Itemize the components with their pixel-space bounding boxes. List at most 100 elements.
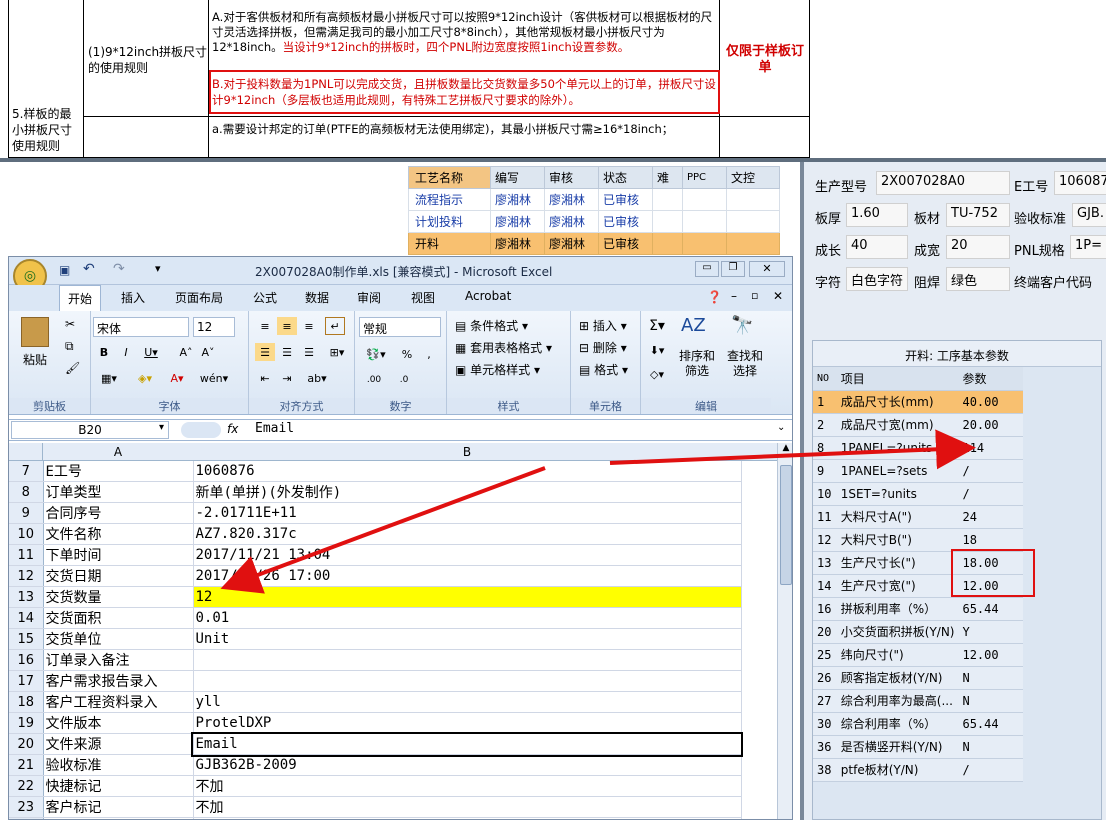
tab-home[interactable]: 开始: [59, 285, 102, 311]
cell-a[interactable]: 合同序号: [43, 502, 194, 524]
accounting-icon[interactable]: 💱▾: [361, 345, 391, 363]
field-value[interactable]: 1.60: [846, 203, 908, 227]
vertical-scrollbar[interactable]: ▲: [777, 443, 792, 819]
cell-a[interactable]: 快捷标记: [43, 775, 194, 797]
align-bottom-icon[interactable]: ≡: [299, 317, 319, 335]
row-header[interactable]: 22: [9, 775, 44, 797]
row-header[interactable]: 9: [9, 502, 44, 524]
italic-icon[interactable]: I: [117, 343, 135, 361]
field-value[interactable]: 2X007028A0: [876, 171, 1010, 195]
cell-b[interactable]: 2017/11/26 17:00: [193, 565, 742, 587]
cell-a[interactable]: 验收标准: [43, 754, 194, 776]
field-value[interactable]: 白色字符: [846, 267, 908, 291]
align-middle-icon[interactable]: ≡: [277, 317, 297, 335]
column-header-b[interactable]: B: [193, 445, 741, 459]
format-painter-icon[interactable]: 🖌: [65, 361, 80, 375]
copy-icon[interactable]: ⧉: [65, 339, 74, 354]
cell-a[interactable]: 交货面积: [43, 607, 194, 629]
cell-a[interactable]: 订单类型: [43, 481, 194, 503]
orientation-icon[interactable]: ab▾: [303, 369, 331, 387]
sort-filter-label[interactable]: 排序和筛选: [675, 349, 719, 379]
param-row[interactable]: 2 成品尺寸宽(mm) 20.00: [813, 413, 1023, 437]
cell-a[interactable]: 交货单位: [43, 628, 194, 650]
row-header[interactable]: 15: [9, 628, 44, 650]
process-header-5[interactable]: PPC: [682, 166, 727, 189]
row-header[interactable]: 14: [9, 607, 44, 629]
format-cells-button[interactable]: ▤ 格式 ▾: [579, 361, 628, 378]
cell-b[interactable]: -2.01711E+11: [193, 502, 742, 524]
paste-label[interactable]: 粘贴: [23, 351, 47, 368]
redo-icon[interactable]: ↷: [113, 261, 125, 277]
undo-icon[interactable]: ↶: [83, 261, 95, 277]
merge-icon[interactable]: ⊞▾: [325, 343, 349, 361]
font-color-icon[interactable]: A▾: [163, 369, 191, 387]
param-row[interactable]: 20 小交货面积拼板(Y/N) Y: [813, 620, 1023, 644]
quick-access-save-icon[interactable]: ▣: [59, 263, 70, 277]
cell-a[interactable]: 客户标记: [43, 796, 194, 818]
param-row[interactable]: 30 综合利用率（%） 65.44: [813, 712, 1023, 736]
name-box-dropdown-icon[interactable]: ▾: [159, 422, 164, 433]
cell-b[interactable]: 2017/11/21 13:04: [193, 544, 742, 566]
customize-qat-icon[interactable]: ▾: [155, 262, 161, 275]
field-value[interactable]: GJB.: [1072, 203, 1106, 227]
bold-icon[interactable]: B: [95, 343, 113, 361]
cell-styles-button[interactable]: ▣ 单元格样式 ▾: [455, 361, 540, 378]
row-header[interactable]: 10: [9, 523, 44, 545]
row-header[interactable]: 13: [9, 586, 44, 608]
cell-b[interactable]: 0.01: [193, 607, 742, 629]
field-value[interactable]: 1P=: [1070, 235, 1106, 259]
param-row[interactable]: 26 顾客指定板材(Y/N) N: [813, 666, 1023, 690]
row-header[interactable]: 12: [9, 565, 44, 587]
cell-b[interactable]: 12: [193, 586, 742, 608]
align-center-icon[interactable]: ☰: [277, 343, 297, 361]
minimize-button[interactable]: ▭: [695, 261, 719, 277]
row-header[interactable]: 23: [9, 796, 44, 818]
help-icon[interactable]: ❓: [707, 290, 722, 304]
phonetic-icon[interactable]: wén▾: [197, 369, 231, 387]
name-box[interactable]: B20: [11, 421, 169, 439]
align-top-icon[interactable]: ≡: [255, 317, 275, 335]
ribbon-minimize-icon[interactable]: –: [731, 289, 737, 303]
row-header[interactable]: 18: [9, 691, 44, 713]
borders-icon[interactable]: ▦▾: [95, 369, 123, 387]
find-select-label[interactable]: 查找和选择: [723, 349, 767, 379]
process-row[interactable]: 流程指示 廖湘林 廖湘林 已审核: [408, 188, 780, 211]
scroll-up-icon[interactable]: ▲: [779, 443, 792, 459]
comma-icon[interactable]: ,: [421, 345, 437, 363]
cell-a[interactable]: 客户需求报告录入: [43, 670, 194, 692]
cell-a[interactable]: 订单录入备注: [43, 649, 194, 671]
decrease-decimal-icon[interactable]: .0: [391, 371, 417, 389]
clear-icon[interactable]: ◇▾: [647, 365, 667, 383]
param-row[interactable]: 36 是否横竖开料(Y/N) N: [813, 735, 1023, 759]
tab-review[interactable]: 审阅: [349, 285, 389, 307]
cell-a[interactable]: 文件版本: [43, 712, 194, 734]
font-size-select[interactable]: 12: [193, 317, 235, 337]
tab-page-layout[interactable]: 页面布局: [167, 285, 231, 307]
cell-b[interactable]: 新单(单拼)(外发制作): [193, 481, 742, 503]
cell-b[interactable]: AZ7.820.317c: [193, 523, 742, 545]
row-header[interactable]: 7: [9, 461, 44, 482]
formula-input[interactable]: Email: [255, 421, 294, 436]
cell-a[interactable]: 文件来源: [43, 733, 194, 755]
param-row[interactable]: 38 ptfe板材(Y/N) /: [813, 758, 1023, 782]
sort-filter-icon[interactable]: AZ: [681, 315, 709, 343]
tab-data[interactable]: 数据: [297, 285, 337, 307]
close-button[interactable]: ✕: [749, 261, 785, 277]
number-format-select[interactable]: 常规: [359, 317, 441, 337]
align-right-icon[interactable]: ☰: [299, 343, 319, 361]
process-header-6[interactable]: 文控: [726, 166, 780, 189]
autosum-icon[interactable]: Σ▾: [647, 317, 667, 335]
scroll-thumb[interactable]: [780, 465, 792, 585]
param-row[interactable]: 1 成品尺寸长(mm) 40.00: [813, 390, 1023, 414]
row-header[interactable]: 16: [9, 649, 44, 671]
ribbon-close-icon[interactable]: ✕: [773, 289, 783, 303]
find-select-icon[interactable]: 🔭: [731, 315, 759, 343]
row-header[interactable]: 19: [9, 712, 44, 734]
process-header-1[interactable]: 编写: [490, 166, 545, 189]
param-row[interactable]: 25 纬向尺寸(") 12.00: [813, 643, 1023, 667]
param-row[interactable]: 27 综合利用率为最高(... N: [813, 689, 1023, 713]
field-value[interactable]: 106087: [1054, 171, 1106, 195]
process-row[interactable]: 计划投料 廖湘林 廖湘林 已审核: [408, 210, 780, 233]
param-row[interactable]: 9 1PANEL=?sets /: [813, 459, 1023, 483]
param-row[interactable]: 11 大料尺寸A(") 24: [813, 505, 1023, 529]
